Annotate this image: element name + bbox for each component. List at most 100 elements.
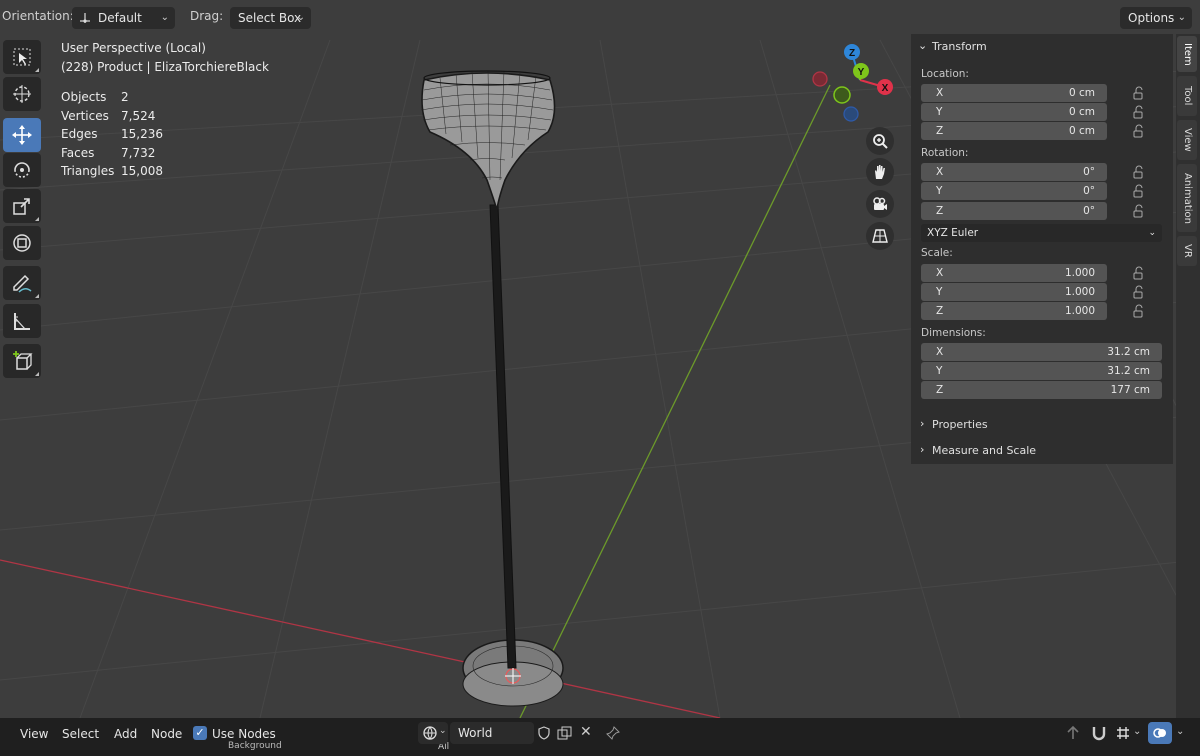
overlays-toggle-button[interactable] (1148, 722, 1172, 744)
axis-label: Z (936, 205, 944, 217)
dimensions-x-field[interactable]: X 31.2 cm (921, 343, 1162, 361)
unlink-close-icon[interactable]: ✕ (580, 724, 592, 740)
stat-vertices-label: Vertices (61, 109, 109, 123)
options-dropdown[interactable]: Options ⌄ (1120, 7, 1192, 29)
location-y-field[interactable]: Y 0 cm (921, 103, 1107, 121)
field-value: 31.2 cm (1107, 346, 1150, 358)
field-value: 177 cm (1110, 384, 1150, 396)
pin-icon[interactable] (606, 726, 620, 740)
stat-edges-label: Edges (61, 127, 98, 141)
x-axis-line (0, 559, 721, 718)
camera-view-button[interactable] (866, 190, 894, 218)
chevron-down-icon: ⌄ (1148, 228, 1156, 238)
location-label: Location: (921, 68, 969, 80)
menu-node[interactable]: Node (151, 727, 182, 741)
menu-view[interactable]: View (20, 727, 48, 741)
tab-item[interactable]: Item (1177, 36, 1197, 72)
snap-grid-icon[interactable] (1114, 724, 1132, 742)
axis-label: X (936, 267, 944, 279)
chevron-down-icon: ⌄ (296, 12, 305, 23)
rotation-mode-dropdown[interactable]: XYZ Euler ⌄ (921, 224, 1162, 242)
axis-label: Y (936, 185, 943, 197)
lock-icon[interactable] (1132, 165, 1146, 179)
properties-panel-title[interactable]: Properties (932, 418, 988, 431)
tab-vr[interactable]: VR (1177, 236, 1197, 266)
perspective-toggle-button[interactable] (866, 222, 894, 250)
field-value: 0 cm (1068, 125, 1095, 137)
menu-add[interactable]: Add (114, 727, 137, 741)
lock-icon[interactable] (1132, 184, 1146, 198)
drag-dropdown[interactable]: Select Box ⌄ (230, 7, 311, 29)
scale-tool[interactable] (3, 189, 41, 223)
chevron-down-icon[interactable]: ⌄ (1133, 726, 1141, 737)
tab-tool[interactable]: Tool (1177, 76, 1197, 116)
transform-tool[interactable] (3, 226, 41, 260)
chevron-down-icon[interactable]: ⌄ (1176, 726, 1184, 737)
select-box-tool[interactable] (3, 40, 41, 74)
lock-icon[interactable] (1132, 204, 1146, 218)
rotation-z-field[interactable]: Z 0° (921, 202, 1107, 220)
annotate-tool[interactable] (3, 266, 41, 300)
axis-label: Y (936, 365, 943, 377)
chevron-right-icon[interactable]: › (920, 417, 924, 430)
chevron-right-icon[interactable]: › (920, 443, 924, 456)
stat-edges-value: 15,236 (121, 127, 163, 141)
world-name-field[interactable]: World (450, 722, 534, 744)
field-value: 1.000 (1064, 286, 1095, 298)
select-cursor-icon (13, 48, 31, 66)
overlays-icon (1153, 728, 1166, 738)
chevron-down-icon: ⌄ (439, 726, 447, 736)
x-axis-label: X (882, 83, 889, 94)
move-tool[interactable] (3, 118, 41, 152)
rotation-x-field[interactable]: X 0° (921, 163, 1107, 181)
lock-icon[interactable] (1132, 285, 1146, 299)
world-type-dropdown[interactable]: ⌄ (418, 722, 448, 744)
tab-animation[interactable]: Animation (1177, 164, 1197, 232)
field-value: 1.000 (1064, 267, 1095, 279)
viewport-header: Orientation: Default ⌄ Drag: Select Box … (0, 0, 1200, 34)
field-value: 31.2 cm (1107, 365, 1150, 377)
zoom-icon (873, 134, 888, 149)
neg-z-handle (843, 106, 859, 122)
use-nodes-checkbox[interactable]: ✓ (193, 726, 207, 740)
transform-panel-title[interactable]: Transform (932, 40, 987, 53)
pan-view-button[interactable] (866, 158, 894, 186)
stat-objects-value: 2 (121, 90, 129, 104)
duplicate-icon[interactable] (557, 726, 573, 740)
snapping-magnet-icon[interactable] (1090, 724, 1108, 742)
location-z-field[interactable]: Z 0 cm (921, 122, 1107, 140)
rotate-tool[interactable] (3, 153, 41, 187)
lock-icon[interactable] (1132, 86, 1146, 100)
parent-node-tree-icon[interactable] (1064, 724, 1082, 742)
lock-icon[interactable] (1132, 105, 1146, 119)
axis-label: Z (936, 125, 944, 137)
orientation-dropdown[interactable]: Default ⌄ (72, 7, 175, 29)
measure-tool[interactable] (3, 304, 41, 338)
scale-y-field[interactable]: Y 1.000 (921, 283, 1107, 301)
navigation-gizmo[interactable]: Z Y X (808, 40, 898, 125)
tab-view[interactable]: View (1177, 120, 1197, 160)
dimensions-label: Dimensions: (921, 327, 986, 339)
field-value: 0° (1083, 166, 1095, 178)
chevron-down-icon[interactable]: ⌄ (918, 39, 927, 52)
world-name-value: World (458, 726, 493, 740)
scale-z-field[interactable]: Z 1.000 (921, 302, 1107, 320)
rotation-y-field[interactable]: Y 0° (921, 182, 1107, 200)
add-cube-tool[interactable] (3, 344, 41, 378)
drag-value: Select Box (238, 11, 302, 25)
menu-select[interactable]: Select (62, 727, 99, 741)
scale-x-field[interactable]: X 1.000 (921, 264, 1107, 282)
cursor-tool[interactable] (3, 77, 41, 111)
lock-icon[interactable] (1132, 124, 1146, 138)
lock-icon[interactable] (1132, 304, 1146, 318)
z-axis-label: Z (849, 48, 855, 59)
fake-user-shield-icon[interactable] (537, 726, 551, 740)
node-editor-header: View Select Add Node ✓ Use Nodes Backgro… (0, 718, 1200, 756)
dimensions-y-field[interactable]: Y 31.2 cm (921, 362, 1162, 380)
lock-icon[interactable] (1132, 266, 1146, 280)
dimensions-z-field[interactable]: Z 177 cm (921, 381, 1162, 399)
measure-scale-panel-title[interactable]: Measure and Scale (932, 444, 1036, 457)
location-x-field[interactable]: X 0 cm (921, 84, 1107, 102)
zoom-view-button[interactable] (866, 127, 894, 155)
pencil-icon (13, 274, 32, 293)
